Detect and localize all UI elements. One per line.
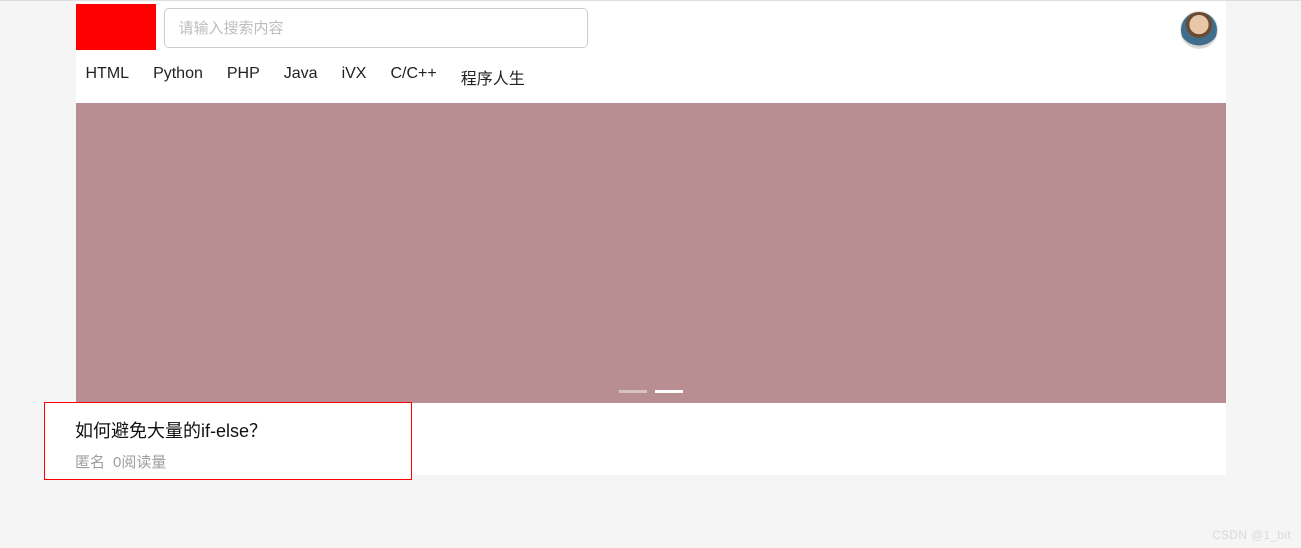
carousel-dot-1[interactable] xyxy=(655,390,683,393)
article-meta: 匿名 0阅读量 xyxy=(75,451,401,472)
nav-item-python[interactable]: Python xyxy=(153,65,203,89)
carousel-indicators xyxy=(619,390,683,393)
nav-item-html[interactable]: HTML xyxy=(86,65,130,89)
nav-item-php[interactable]: PHP xyxy=(227,65,260,89)
carousel-dot-0[interactable] xyxy=(619,390,647,393)
article-card[interactable]: 如何避免大量的if-else？ 匿名 0阅读量 xyxy=(44,402,412,480)
watermark: CSDN @1_bit xyxy=(1212,528,1291,542)
carousel[interactable] xyxy=(76,103,1226,403)
site-logo[interactable] xyxy=(76,4,156,50)
nav-item-ivx[interactable]: iVX xyxy=(342,65,367,89)
avatar[interactable] xyxy=(1180,11,1218,49)
nav-item-ccpp[interactable]: C/C++ xyxy=(390,65,436,89)
nav-item-java[interactable]: Java xyxy=(284,65,318,89)
header-bar xyxy=(76,1,1226,55)
nav-bar: HTML Python PHP Java iVX C/C++ 程序人生 xyxy=(76,55,1226,103)
search-input[interactable] xyxy=(164,8,588,48)
article-title: 如何避免大量的if-else？ xyxy=(75,417,401,443)
article-views: 0阅读量 xyxy=(113,454,166,471)
nav-item-life[interactable]: 程序人生 xyxy=(461,65,525,89)
article-author: 匿名 xyxy=(75,454,105,471)
